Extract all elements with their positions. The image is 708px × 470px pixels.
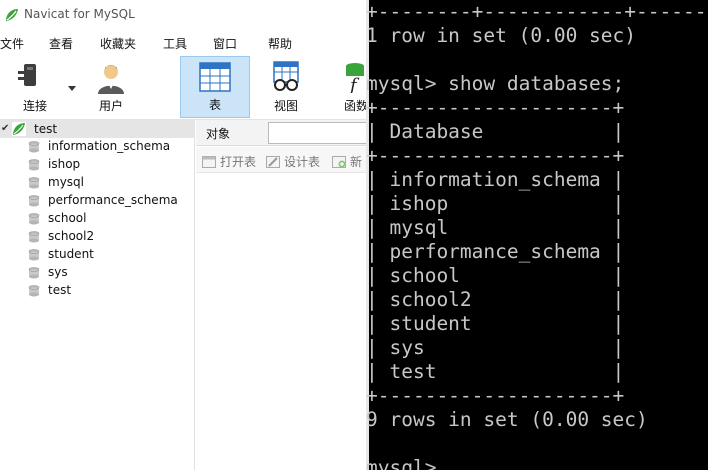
console-line: 9 rows in set (0.00 sec) bbox=[366, 408, 648, 431]
connection-tree: ✔ test information_schema ishop mysql pe… bbox=[0, 120, 195, 470]
console-line: mysql> show databases; bbox=[366, 72, 625, 95]
console-line: | school | bbox=[366, 264, 625, 287]
console-line: | school2 | bbox=[366, 288, 625, 311]
tree-root-connection[interactable]: ✔ test bbox=[0, 120, 195, 138]
db-item-performance-schema[interactable]: performance_schema bbox=[28, 192, 193, 210]
db-item-label: ishop bbox=[48, 157, 81, 171]
db-item-school[interactable]: school bbox=[28, 210, 193, 228]
open-table-icon bbox=[202, 156, 216, 168]
menu-window[interactable]: 窗口 bbox=[213, 35, 237, 52]
connection-icon bbox=[12, 122, 26, 136]
table-button[interactable]: 表 bbox=[180, 56, 250, 118]
object-panel: 对象 打开表 设计表 新 bbox=[196, 120, 366, 470]
console-line: 1 row in set (0.00 sec) bbox=[366, 24, 637, 47]
db-item-test[interactable]: test bbox=[28, 282, 193, 300]
console-line: | test | bbox=[366, 360, 625, 383]
console-line: | sys | bbox=[366, 336, 625, 359]
svg-text:f: f bbox=[348, 75, 360, 93]
navicat-window: Navicat for MySQL 文件 查看 收藏夹 工具 窗口 帮助 连接 bbox=[0, 0, 366, 470]
console-line: +--------------------+ bbox=[366, 144, 625, 167]
menu-bar: 文件 查看 收藏夹 工具 窗口 帮助 bbox=[0, 31, 366, 53]
function-button[interactable]: f 函数 bbox=[330, 56, 366, 118]
menu-view[interactable]: 查看 bbox=[49, 35, 73, 52]
menu-file[interactable]: 文件 bbox=[0, 35, 24, 52]
db-item-label: information_schema bbox=[48, 139, 171, 153]
table-label: 表 bbox=[208, 98, 221, 112]
console-line: +--------------------+ bbox=[366, 96, 625, 119]
object-action-bar: 打开表 设计表 新 bbox=[196, 147, 366, 173]
design-table-label: 设计表 bbox=[284, 155, 321, 169]
view-label: 视图 bbox=[273, 99, 298, 113]
object-search-input[interactable] bbox=[268, 122, 366, 144]
plug-icon bbox=[18, 64, 36, 86]
db-item-school2[interactable]: school2 bbox=[28, 228, 193, 246]
title-bar: Navicat for MySQL bbox=[0, 0, 366, 30]
menu-help[interactable]: 帮助 bbox=[268, 35, 292, 52]
console-prompt-line: mysql> bbox=[366, 456, 437, 470]
database-icon bbox=[28, 267, 40, 279]
menu-tools[interactable]: 工具 bbox=[163, 35, 187, 52]
app-title: Navicat for MySQL bbox=[24, 7, 135, 21]
tab-objects[interactable]: 对象 bbox=[206, 125, 230, 142]
db-item-label: school2 bbox=[48, 229, 95, 243]
database-icon bbox=[28, 231, 40, 243]
db-item-label: sys bbox=[48, 265, 68, 279]
new-table-icon bbox=[332, 156, 346, 168]
new-table-label: 新 bbox=[350, 155, 363, 169]
database-icon bbox=[28, 213, 40, 225]
db-item-label: performance_schema bbox=[48, 193, 178, 207]
main-toolbar: 连接 用户 表 视图 f 函数 bbox=[0, 54, 366, 120]
db-item-mysql[interactable]: mysql bbox=[28, 174, 193, 192]
db-item-label: school bbox=[48, 211, 87, 225]
connect-label: 连接 bbox=[22, 99, 47, 113]
function-icon: f bbox=[346, 63, 364, 93]
connect-button[interactable]: 连接 bbox=[6, 56, 76, 118]
db-item-sys[interactable]: sys bbox=[28, 264, 193, 282]
db-item-ishop[interactable]: ishop bbox=[28, 156, 193, 174]
table-grid-icon bbox=[199, 62, 231, 92]
design-table-button[interactable]: 设计表 bbox=[266, 153, 320, 170]
db-item-label: mysql bbox=[48, 175, 84, 189]
console-line: | mysql | bbox=[366, 216, 625, 239]
db-item-student[interactable]: student bbox=[28, 246, 193, 264]
console-line: | student | bbox=[366, 312, 625, 335]
dropdown-arrow-icon[interactable] bbox=[68, 86, 76, 92]
database-icon bbox=[28, 159, 40, 171]
user-label: 用户 bbox=[98, 99, 123, 113]
view-glasses-icon bbox=[273, 61, 299, 91]
object-tab-row: 对象 bbox=[196, 120, 366, 146]
new-table-button[interactable]: 新 bbox=[332, 153, 362, 170]
db-item-label: test bbox=[48, 283, 72, 297]
user-icon bbox=[98, 65, 124, 94]
console-line: | information_schema | bbox=[366, 168, 625, 191]
db-item-label: student bbox=[48, 247, 94, 261]
function-label: 函数 bbox=[344, 99, 366, 113]
database-icon bbox=[28, 141, 40, 153]
menu-favorites[interactable]: 收藏夹 bbox=[100, 35, 136, 52]
navicat-logo-icon bbox=[6, 9, 18, 21]
database-icon bbox=[28, 249, 40, 261]
tree-root-label: test bbox=[34, 122, 58, 136]
open-table-label: 打开表 bbox=[220, 155, 257, 169]
console-line: | ishop | bbox=[366, 192, 625, 215]
database-icon bbox=[28, 195, 40, 207]
db-item-information-schema[interactable]: information_schema bbox=[28, 138, 193, 156]
mysql-console-window[interactable]: +--------+------------+-------- 1 row in… bbox=[366, 0, 708, 470]
open-table-button[interactable]: 打开表 bbox=[202, 153, 256, 170]
chevron-down-icon[interactable]: ✔ bbox=[1, 123, 9, 134]
database-icon bbox=[28, 285, 40, 297]
console-line: | performance_schema | bbox=[366, 240, 625, 263]
design-table-icon bbox=[266, 156, 280, 168]
database-icon bbox=[28, 177, 40, 189]
view-button[interactable]: 视图 bbox=[257, 56, 315, 118]
console-line: +--------+------------+-------- bbox=[366, 0, 708, 23]
console-line: +--------------------+ bbox=[366, 384, 625, 407]
console-line: | Database | bbox=[366, 120, 625, 143]
user-button[interactable]: 用户 bbox=[82, 56, 140, 118]
